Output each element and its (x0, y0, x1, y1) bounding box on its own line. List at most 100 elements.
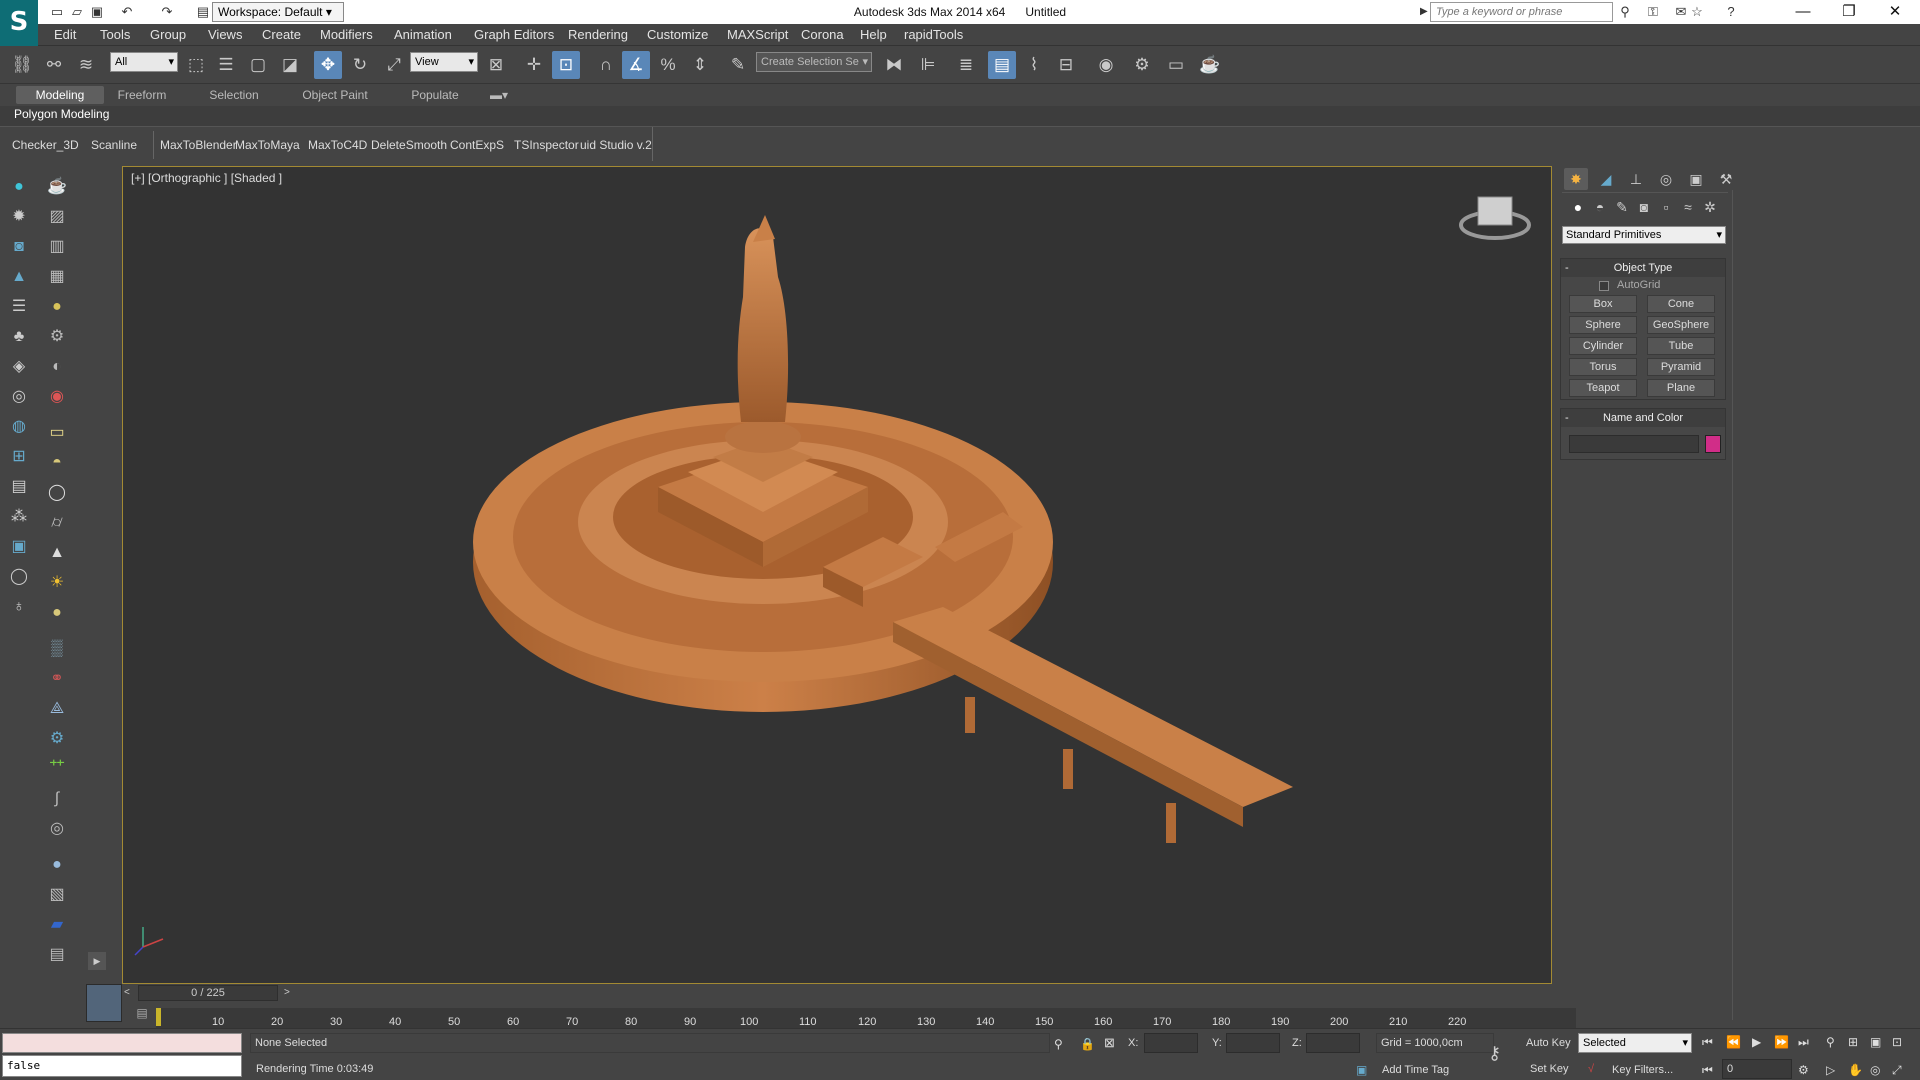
menu-rendering[interactable]: Rendering (568, 24, 628, 46)
menu-group[interactable]: Group (150, 24, 186, 46)
favorites-star-icon[interactable]: ☆ (1688, 3, 1706, 21)
shapes-icon[interactable]: ◓ (1588, 196, 1612, 218)
material-editor-icon[interactable]: ◉ (1092, 51, 1120, 79)
bind-space-warp-icon[interactable]: ≋ (72, 51, 100, 79)
menu-animation[interactable]: Animation (394, 24, 452, 46)
script-scanline-button[interactable]: Scanline (91, 135, 137, 155)
light-bulb-icon[interactable]: ● (44, 294, 70, 320)
graphite-toggle-icon[interactable]: ▤ (988, 51, 1016, 79)
restore-button[interactable]: ❐ (1826, 0, 1872, 24)
teapot-icon[interactable]: ☕ (44, 174, 70, 200)
edit-named-selection-icon[interactable]: ✎ (724, 51, 752, 79)
globe-icon[interactable]: ◍ (6, 414, 32, 440)
gear-icon[interactable]: ⚙ (44, 726, 70, 752)
set-key-mode-icon[interactable]: ⚷ (1488, 1043, 1501, 1064)
previous-frame-icon[interactable]: ⏪ (1726, 1035, 1741, 1049)
maxscript-output[interactable]: false (2, 1055, 242, 1077)
zoom-all-icon[interactable]: ⊞ (1848, 1035, 1858, 1049)
render-icon[interactable]: ▤ (6, 474, 32, 500)
wireframe-icon[interactable]: ⟁ (44, 696, 70, 722)
cameras-icon[interactable]: ◙ (1632, 196, 1656, 218)
camera-rig-icon[interactable]: ⚙ (44, 324, 70, 350)
modify-tab-icon[interactable]: ◢ (1594, 168, 1618, 190)
menu-modifiers[interactable]: Modifiers (320, 24, 373, 46)
rectangular-selection-icon[interactable]: ▢ (244, 51, 272, 79)
go-to-start-icon[interactable]: ⏮ (1702, 1035, 1713, 1050)
terrain-icon[interactable]: ▲ (6, 264, 32, 290)
tree-icon[interactable]: ♣ (6, 324, 32, 350)
current-frame-field[interactable]: 0 (1722, 1059, 1792, 1079)
track-bar-icon[interactable]: ▤ (132, 1006, 152, 1024)
document-icon[interactable]: ▥ (44, 234, 70, 260)
track-bar[interactable]: 10 20 30 40 50 60 70 80 90 100 110 120 1… (156, 1008, 1576, 1028)
material-icon[interactable]: ▧ (44, 882, 70, 908)
key-mode-toggle-icon[interactable]: ⏮ (1702, 1063, 1713, 1078)
z-coordinate-field[interactable] (1306, 1033, 1360, 1053)
next-frame-icon[interactable]: ⏩ (1774, 1035, 1789, 1049)
menu-tools[interactable]: Tools (100, 24, 130, 46)
cone-button[interactable]: Cone (1647, 295, 1715, 313)
auto-key-button[interactable]: Auto Key (1526, 1037, 1571, 1049)
geosphere-button[interactable]: GeoSphere (1647, 316, 1715, 334)
menu-maxscript[interactable]: MAXScript (727, 24, 788, 46)
window-crossing-icon[interactable]: ◪ (276, 51, 304, 79)
menu-edit[interactable]: Edit (54, 24, 76, 46)
mini-curve-editor-button[interactable] (86, 984, 122, 1022)
lights-icon[interactable]: ✎ (1610, 196, 1634, 218)
shell-icon[interactable]: ◎ (44, 816, 70, 842)
key-mode-dropdown[interactable]: Selected ▾ (1578, 1033, 1692, 1053)
molecule-icon[interactable]: ⚭ (44, 666, 70, 692)
autogrid-checkbox[interactable] (1599, 281, 1609, 291)
search-expand-icon[interactable]: ▶ (1420, 6, 1428, 17)
angle-snap-icon[interactable]: ∡ (622, 51, 650, 79)
category-dropdown[interactable]: Standard Primitives ▾ (1562, 226, 1726, 244)
orbit-icon[interactable]: ◎ (6, 384, 32, 410)
align-icon[interactable]: ⊫ (914, 51, 942, 79)
pyramid-button[interactable]: Pyramid (1647, 358, 1715, 376)
rendered-frame-window-icon[interactable]: ▭ (1162, 51, 1190, 79)
camera-icon[interactable]: ◙ (6, 234, 32, 260)
grass-icon[interactable]: ⺿ (44, 756, 70, 782)
selection-filter-dropdown[interactable]: All ▾ (110, 52, 178, 72)
undo-icon[interactable]: ↶ (118, 3, 136, 21)
go-to-end-icon[interactable]: ⏭ (1798, 1035, 1809, 1050)
help-icon[interactable]: ? (1722, 3, 1740, 21)
subscription-icon[interactable]: ⚿ (1644, 3, 1662, 21)
y-coordinate-field[interactable] (1226, 1033, 1280, 1053)
zoom-extents-icon[interactable]: ▣ (1870, 1035, 1881, 1049)
add-time-tag-button[interactable]: Add Time Tag (1382, 1064, 1449, 1076)
close-button[interactable]: ✕ (1872, 0, 1918, 24)
select-object-icon[interactable]: ⬚ (182, 51, 210, 79)
polygon-modeling-panel-label[interactable]: Polygon Modeling (14, 107, 109, 121)
x-coordinate-field[interactable] (1144, 1033, 1198, 1053)
select-and-rotate-icon[interactable]: ↻ (346, 51, 374, 79)
project-folder-icon[interactable]: ▤ (194, 3, 212, 21)
space-warps-icon[interactable]: ≈ (1676, 196, 1700, 218)
render-setup-icon[interactable]: ⚙ (1128, 51, 1156, 79)
blue-sphere-icon[interactable]: ● (44, 852, 70, 878)
orbit-view-icon[interactable]: ◎ (1870, 1063, 1880, 1077)
unlink-icon[interactable]: ⚯ (40, 51, 68, 79)
plane-primitive-icon[interactable]: ▭ (44, 420, 70, 446)
tab-modeling[interactable]: Modeling (16, 86, 104, 104)
select-and-scale-icon[interactable]: ⤢ (380, 51, 408, 79)
expand-arrow-icon[interactable]: ▶ (88, 952, 106, 970)
box-button[interactable]: Box (1569, 295, 1637, 313)
cone-icon[interactable]: ▲ (44, 540, 70, 566)
menu-help[interactable]: Help (860, 24, 887, 46)
new-file-icon[interactable]: ▭ (48, 3, 66, 21)
ribbon-options-icon[interactable]: ▬▾ (486, 86, 512, 104)
tab-selection[interactable]: Selection (196, 86, 272, 104)
hair-icon[interactable]: ∫ (44, 786, 70, 812)
object-icon[interactable]: ✹ (6, 204, 32, 230)
absolute-mode-icon[interactable]: ⊠ (1104, 1035, 1115, 1051)
hemisphere-icon[interactable]: ◓ (44, 450, 70, 476)
binoculars-icon[interactable]: ⚲ (1616, 3, 1634, 21)
link-icon[interactable]: ⛓ (8, 51, 36, 79)
clipboard-icon[interactable]: ▤ (44, 942, 70, 968)
zoom-extents-all-icon[interactable]: ⊡ (1892, 1035, 1902, 1049)
open-file-icon[interactable]: ▱ (68, 3, 86, 21)
snaps-toggle-icon[interactable]: ∩ (592, 51, 620, 79)
ring-icon[interactable]: ◯ (6, 564, 32, 590)
save-file-icon[interactable]: ▣ (88, 3, 106, 21)
